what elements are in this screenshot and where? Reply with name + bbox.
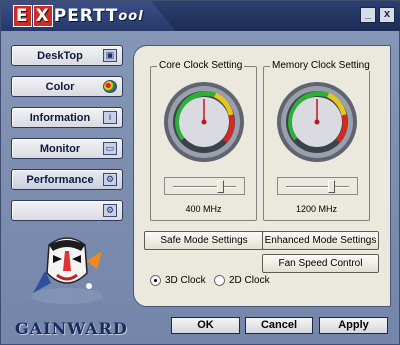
sidebar-item-desktop[interactable]: DeskTop ▣ <box>11 45 123 66</box>
cancel-button[interactable]: Cancel <box>245 317 313 334</box>
memory-clock-group: Memory Clock Setting 1200 MHz <box>263 60 372 221</box>
logo-e-letter: E <box>13 5 32 27</box>
radio-2d-clock[interactable]: 2D Clock <box>214 275 270 286</box>
radio-3d-clock-dot[interactable] <box>150 275 161 286</box>
core-clock-slider-track <box>173 186 236 188</box>
expertool-window: E X PERT Tool _ x DeskTop ▣ Color Informati… <box>0 0 400 345</box>
radio-2d-clock-dot[interactable] <box>214 275 225 286</box>
radio-2d-clock-label: 2D Clock <box>229 275 270 286</box>
logo-x-letter: X <box>32 5 53 27</box>
info-icon: i <box>103 111 117 124</box>
apply-button[interactable]: Apply <box>319 317 388 334</box>
close-button[interactable]: x <box>379 7 395 23</box>
fan-speed-control-button[interactable]: Fan Speed Control <box>262 254 379 273</box>
core-clock-slider[interactable] <box>164 177 245 195</box>
mascot-mask-icon <box>31 237 103 304</box>
sidebar-item-performance[interactable]: Performance ⚙ <box>11 169 123 190</box>
sidebar-item-monitor[interactable]: Monitor ▭ <box>11 138 123 159</box>
palette-icon <box>103 80 117 93</box>
safe-mode-settings-button[interactable]: Safe Mode Settings <box>144 231 264 250</box>
memory-clock-slider-track <box>286 186 349 188</box>
radio-3d-clock-label: 3D Clock <box>165 275 206 286</box>
enhanced-mode-settings-button[interactable]: Enhanced Mode Settings <box>262 231 379 250</box>
memory-clock-value: 1200 MHz <box>295 204 338 214</box>
performance-icon: ⚙ <box>103 173 117 186</box>
desktop-icon: ▣ <box>103 49 117 62</box>
radio-3d-clock[interactable]: 3D Clock <box>150 275 206 286</box>
memory-clock-title: Memory Clock Setting <box>270 60 372 71</box>
minimize-button[interactable]: _ <box>360 7 376 23</box>
gears-icon: ⚙ <box>103 204 117 217</box>
core-clock-slider-thumb[interactable] <box>216 180 224 193</box>
core-clock-title: Core Clock Setting <box>157 60 245 71</box>
monitor-icon: ▭ <box>103 142 117 155</box>
sidebar-item-information[interactable]: Information i <box>11 107 123 128</box>
logo-pert-text: PERT <box>53 6 106 26</box>
core-clock-value: 400 MHz <box>185 204 222 214</box>
memory-clock-slider-thumb[interactable] <box>328 180 335 193</box>
window-controls: _ x <box>360 7 395 23</box>
memory-clock-gauge-icon <box>277 82 357 162</box>
memory-clock-slider[interactable] <box>277 177 358 195</box>
core-clock-gauge-icon <box>164 82 244 162</box>
ok-button[interactable]: OK <box>171 317 240 334</box>
performance-panel: Core Clock Setting 400 MHz Memory Clock … <box>133 45 391 307</box>
sidebar-nav: DeskTop ▣ Color Information i Monitor ▭ … <box>11 45 123 231</box>
gainward-brand: GAINWARD <box>15 319 128 338</box>
core-clock-group: Core Clock Setting 400 MHz <box>150 60 257 221</box>
logo-t-letter: T <box>105 6 119 26</box>
sidebar-item-color[interactable]: Color <box>11 76 123 97</box>
logo-ool-text: ool <box>118 8 144 24</box>
sidebar-item-extra[interactable]: ⚙ <box>11 200 123 221</box>
expertool-logo: E X PERT Tool <box>13 4 144 28</box>
title-bar: E X PERT Tool _ x <box>1 1 400 31</box>
